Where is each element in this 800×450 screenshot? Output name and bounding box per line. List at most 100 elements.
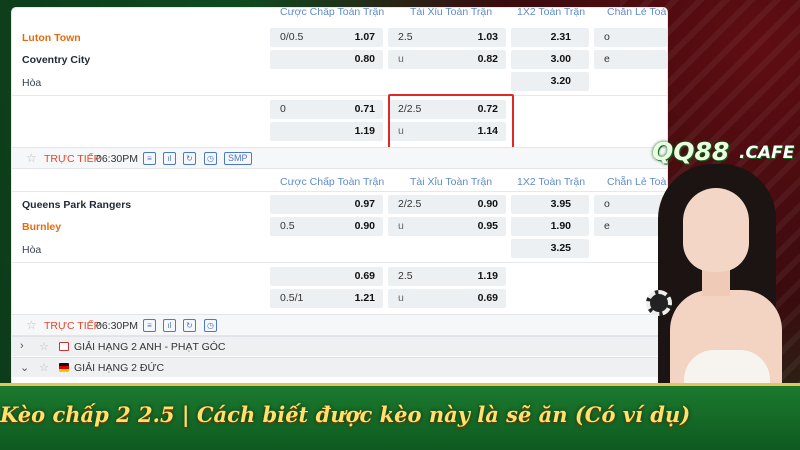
x12-odds: 1.90 bbox=[550, 220, 571, 232]
star-icon[interactable]: ☆ bbox=[39, 340, 49, 353]
star-icon[interactable]: ☆ bbox=[26, 318, 37, 332]
ou-odds: 0.69 bbox=[477, 292, 498, 304]
match-time: 06:30PM bbox=[96, 320, 139, 332]
odds-panel: Cược Chấp Toàn Trận Tài Xỉu Toàn Trận 1X… bbox=[12, 8, 667, 383]
odds-cell[interactable]: 2.5 1.19 bbox=[388, 267, 506, 286]
oddeven-label: e bbox=[604, 53, 610, 65]
league-name: GIẢI HẠNG 2 ANH - PHẠT GÓC bbox=[74, 341, 226, 353]
handicap-line: 0/0.5 bbox=[280, 31, 304, 43]
col-overunder: Tài Xỉu Toàn Trận bbox=[410, 8, 493, 18]
ou-line: u bbox=[398, 53, 404, 65]
stats-icon[interactable]: ıl bbox=[163, 319, 176, 332]
ou-line: 2/2.5 bbox=[398, 198, 422, 210]
column-header: Cược Chấp Toàn Trận Tài Xỉu Toàn Trận 1X… bbox=[12, 172, 667, 192]
col-oddeven: Chẵn Lẻ Toà bbox=[607, 8, 667, 18]
handicap-odds: 0.80 bbox=[354, 53, 375, 65]
ou-line: u bbox=[398, 292, 404, 304]
odds-cell[interactable]: 0.5 0.90 bbox=[270, 217, 383, 236]
scoreboard-icon[interactable]: ≡ bbox=[143, 319, 156, 332]
star-icon[interactable]: ☆ bbox=[39, 361, 49, 374]
smp-button[interactable]: SMP bbox=[224, 152, 252, 165]
live-label: TRỰC TIẾP bbox=[44, 153, 101, 165]
team-home: Queens Park Rangers bbox=[22, 199, 132, 211]
odds-cell[interactable]: 0.69 bbox=[270, 267, 383, 286]
england-flag-icon bbox=[59, 342, 69, 351]
clock-icon[interactable]: ◷ bbox=[204, 319, 217, 332]
handicap-odds: 1.19 bbox=[354, 125, 375, 137]
odds-cell[interactable]: 2.31 bbox=[511, 28, 589, 47]
odds-cell[interactable]: 3.95 bbox=[511, 195, 589, 214]
star-icon[interactable]: ☆ bbox=[26, 151, 37, 165]
logo-main-text: QQ88 bbox=[652, 137, 730, 166]
oddeven-label: o bbox=[604, 31, 610, 43]
handicap-odds: 0.97 bbox=[354, 198, 375, 210]
oddeven-label: e bbox=[604, 220, 610, 232]
col-overunder: Tài Xỉu Toàn Trận bbox=[410, 176, 493, 188]
handicap-line: 0.5 bbox=[280, 220, 295, 232]
chevron-down-icon[interactable]: ⌄ bbox=[20, 361, 29, 374]
odds-cell[interactable]: e bbox=[594, 50, 667, 69]
x12-odds: 2.31 bbox=[550, 31, 571, 43]
col-1x2: 1X2 Toàn Trận bbox=[517, 8, 586, 18]
face-shape bbox=[683, 188, 749, 272]
chevron-right-icon[interactable]: › bbox=[20, 340, 24, 352]
x12-odds: 3.00 bbox=[550, 53, 571, 65]
poker-chip-icon bbox=[646, 290, 672, 316]
refresh-icon[interactable]: ↻ bbox=[183, 319, 196, 332]
col-handicap: Cược Chấp Toàn Trận bbox=[280, 8, 385, 18]
league-row[interactable]: ⌄ ☆ GIẢI HẠNG 2 ĐỨC bbox=[12, 357, 667, 377]
odds-cell[interactable]: 0.5/1 1.21 bbox=[270, 289, 383, 308]
odds-cell[interactable]: 2.5 1.03 bbox=[388, 28, 506, 47]
ou-line: 2.5 bbox=[398, 31, 413, 43]
odds-cell[interactable]: 1.90 bbox=[511, 217, 589, 236]
qq88-logo: QQ88 .CAFE bbox=[652, 137, 800, 169]
logo-sub-text: .CAFE bbox=[739, 143, 795, 163]
odds-cell[interactable]: 0 0.71 bbox=[270, 100, 383, 119]
ou-odds: 0.90 bbox=[477, 198, 498, 210]
draw-label: Hòa bbox=[22, 244, 42, 256]
scoreboard-icon[interactable]: ≡ bbox=[143, 152, 156, 165]
col-handicap: Cược Chấp Toàn Trận bbox=[280, 176, 385, 188]
draw-label: Hòa bbox=[22, 77, 42, 89]
league-row[interactable]: › ☆ GIẢI HẠNG 2 ANH - PHẠT GÓC bbox=[12, 336, 667, 356]
ou-line: u bbox=[398, 220, 404, 232]
germany-flag-icon bbox=[59, 363, 69, 372]
odds-cell[interactable]: 0.80 bbox=[270, 50, 383, 69]
match-status-bar: ☆ TRỰC TIẾP 06:30PM ≡ ıl ↻ ◷ bbox=[12, 314, 667, 336]
handicap-line: 0.5/1 bbox=[280, 292, 304, 304]
odds-cell[interactable]: 3.00 bbox=[511, 50, 589, 69]
handicap-line: 0 bbox=[280, 103, 286, 115]
live-label: TRỰC TIẾP bbox=[44, 320, 101, 332]
team-away: Burnley bbox=[22, 221, 62, 233]
odds-cell[interactable]: u 0.82 bbox=[388, 50, 506, 69]
team-away: Coventry City bbox=[22, 54, 91, 66]
odds-cell[interactable]: 3.25 bbox=[511, 239, 589, 258]
match-time: 06:30PM bbox=[96, 153, 139, 165]
odds-cell[interactable]: u 0.69 bbox=[388, 289, 506, 308]
odds-cell[interactable]: o bbox=[594, 28, 667, 47]
ou-odds: 0.95 bbox=[477, 220, 498, 232]
ou-line: 2.5 bbox=[398, 270, 413, 282]
ou-odds: 1.03 bbox=[477, 31, 498, 43]
odds-cell[interactable]: u 0.95 bbox=[388, 217, 506, 236]
divider bbox=[12, 262, 667, 263]
stats-icon[interactable]: ıl bbox=[163, 152, 176, 165]
refresh-icon[interactable]: ↻ bbox=[183, 152, 196, 165]
x12-odds: 3.20 bbox=[550, 75, 571, 87]
clock-icon[interactable]: ◷ bbox=[204, 152, 217, 165]
divider bbox=[12, 95, 667, 96]
handicap-odds: 0.69 bbox=[354, 270, 375, 282]
handicap-odds: 1.21 bbox=[354, 292, 375, 304]
odds-cell[interactable]: 2/2.5 0.90 bbox=[388, 195, 506, 214]
banner-title: Kèo chấp 2 2.5 | Cách biết được kèo này … bbox=[0, 402, 691, 427]
handicap-odds: 0.71 bbox=[354, 103, 375, 115]
odds-cell[interactable]: 0/0.5 1.07 bbox=[270, 28, 383, 47]
x12-odds: 3.95 bbox=[550, 198, 571, 210]
handicap-odds: 1.07 bbox=[354, 31, 375, 43]
odds-cell[interactable]: 1.19 bbox=[270, 122, 383, 141]
league-name: GIẢI HẠNG 2 ĐỨC bbox=[74, 362, 165, 374]
odds-cell[interactable]: 3.20 bbox=[511, 72, 589, 91]
ou-odds: 1.19 bbox=[477, 270, 498, 282]
match-status-bar: ☆ TRỰC TIẾP 06:30PM ≡ ıl ↻ ◷ SMP bbox=[12, 147, 667, 169]
odds-cell[interactable]: 0.97 bbox=[270, 195, 383, 214]
